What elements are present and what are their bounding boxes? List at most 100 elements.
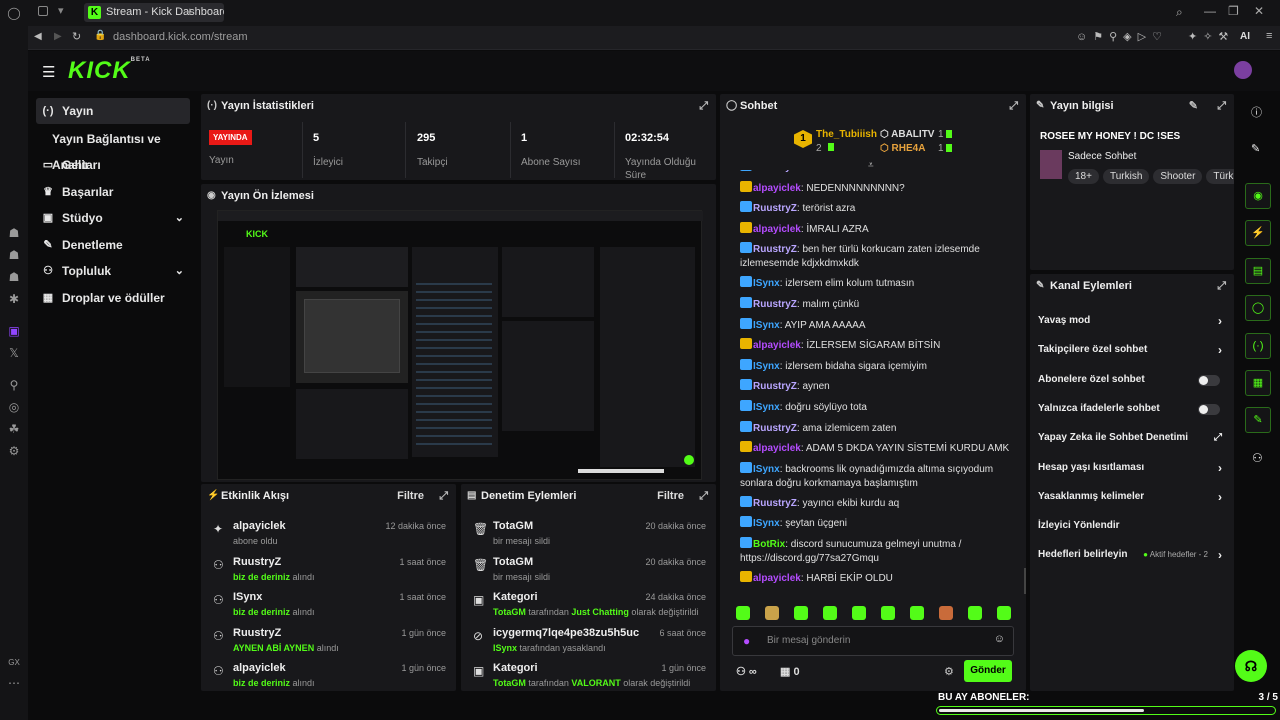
edit-icon[interactable]: ✎: [1189, 94, 1198, 118]
chat-settings-icon[interactable]: ⚙: [944, 665, 954, 678]
chat-username[interactable]: RuustryZ: [753, 423, 797, 434]
close-icon[interactable]: ✕: [1254, 4, 1264, 18]
chat-message[interactable]: BotRix: discord sunucumuza gelmeyi unutm…: [740, 537, 1020, 566]
emote-icon[interactable]: [939, 606, 953, 620]
chat-message[interactable]: ISynx: AYIP AMA AAAAA: [740, 317, 1020, 333]
stats-toggle-icon[interactable]: ▦: [1245, 370, 1271, 396]
chat-username[interactable]: BotRix: [753, 539, 785, 550]
chat-message[interactable]: ISynx: izlersem elim kolum tutmasın: [740, 276, 1020, 291]
chat-message[interactable]: alpayiclek: İMRALI AZRA: [740, 221, 1020, 237]
top-gifter-1[interactable]: The_Tubiiish: [816, 129, 877, 140]
menu-icon[interactable]: ≡: [1266, 30, 1272, 42]
chat-message[interactable]: RuustryZ: aooo: [740, 170, 1020, 175]
emoji-icon[interactable]: ☺: [994, 633, 1005, 645]
activity-item[interactable]: ⚇ RuustryZ 1 gün önce AYNEN ABİ AYNEN alınd…: [201, 625, 456, 659]
chat-message[interactable]: RuustryZ: ben her türlü korkucam zaten i…: [740, 242, 1020, 271]
moderation-filter-button[interactable]: Filtre: [657, 484, 684, 508]
support-icon[interactable]: ☊: [1235, 650, 1267, 682]
chat-toggle-icon[interactable]: ◯: [1245, 295, 1271, 321]
document-toggle-icon[interactable]: ▤: [1245, 258, 1271, 284]
stream-preview-video[interactable]: KICK: [217, 210, 703, 480]
emote-icon[interactable]: [823, 606, 837, 620]
expand-icon[interactable]: ⤢: [439, 484, 448, 508]
sidebar-app-icon[interactable]: ✱: [7, 292, 21, 306]
gifts-display[interactable]: ▦ 0: [780, 665, 800, 678]
top-gifter-2[interactable]: ⬡ ABALITV: [880, 129, 934, 140]
chat-username[interactable]: alpayiclek: [753, 573, 801, 584]
chat-username[interactable]: RuustryZ: [753, 244, 797, 255]
preview-toggle-icon[interactable]: ◉: [1245, 183, 1271, 209]
sidebar-item-gelir[interactable]: ▭ Gelir: [36, 152, 190, 178]
chat-message[interactable]: ISynx: şeytan üçgeni: [740, 516, 1020, 531]
emote-icon[interactable]: [910, 606, 924, 620]
extension-icons[interactable]: ☺⚑⚲◈▷♡: [1076, 30, 1168, 43]
chat-message[interactable]: alpayiclek: NEDENNNNNNNNN?: [740, 180, 1020, 196]
top-gifter-3[interactable]: ⬡ RHE4A: [880, 143, 925, 154]
chat-username[interactable]: RuustryZ: [753, 203, 797, 214]
moderation-item[interactable]: ▣ Kategori 1 gün önce TotaGM tarafından VAL…: [461, 660, 716, 691]
more-icon[interactable]: ⋯: [7, 676, 21, 690]
search-icon[interactable]: ⌕: [1176, 5, 1183, 20]
channel-action-item[interactable]: Yapay Zeka ile Sohbet Denetimi ⤢: [1038, 427, 1226, 449]
expand-icon[interactable]: ⤢: [1009, 94, 1018, 118]
info-icon[interactable]: ⓘ: [1251, 104, 1262, 120]
channel-action-item[interactable]: Yasaklanmış kelimeler ›: [1038, 486, 1226, 508]
sidebar-app-icon[interactable]: ⚙: [7, 444, 21, 458]
hamburger-icon[interactable]: ☰: [42, 63, 55, 81]
channel-action-item[interactable]: Yalnızca ifadelerle sohbet: [1038, 398, 1226, 420]
moderation-item[interactable]: 🗑 TotaGM 20 dakika önce bir mesajı sildi: [461, 518, 716, 552]
activity-item[interactable]: ⚇ alpayiclek 1 gün önce biz de deriniz alın…: [201, 660, 456, 691]
sidebar-item-droplar[interactable]: ▦ Droplar ve ödüller: [36, 285, 190, 311]
channel-action-item[interactable]: Abonelere özel sohbet: [1038, 369, 1226, 391]
forward-icon[interactable]: ▶: [54, 31, 62, 42]
chat-username[interactable]: RuustryZ: [753, 381, 797, 392]
channel-action-item[interactable]: Yavaş mod ›: [1038, 310, 1226, 332]
chat-scrollbar[interactable]: [1024, 568, 1026, 594]
expand-icon[interactable]: ⤢: [699, 484, 708, 508]
activity-item[interactable]: ✦ alpayiclek 12 dakika önce abone oldu: [201, 518, 456, 552]
chat-username[interactable]: alpayiclek: [753, 183, 801, 194]
wrench-toggle-icon[interactable]: ✎: [1245, 407, 1271, 433]
chat-message[interactable]: ISynx: doğru söylüyo tota: [740, 400, 1020, 415]
chat-message[interactable]: alpayiclek: İZLERSEM SİGARAM BİTSİN: [740, 338, 1020, 353]
ai-button[interactable]: AI: [1240, 31, 1250, 42]
chat-message[interactable]: alpayiclek: ADAM 5 DKDA YAYIN SİSTEMİ KU…: [740, 441, 1020, 456]
channel-action-item[interactable]: Hedefleri belirleyin ● Aktif hedefler - 2…: [1038, 544, 1226, 566]
activity-filter-button[interactable]: Filtre: [397, 484, 424, 508]
tab-kick-dashboard[interactable]: K Stream - Kick Dashboard: [84, 3, 224, 22]
chat-message[interactable]: ISynx: izlersem bidaha sigara içemiyim: [740, 358, 1020, 374]
sidebar-app-icon[interactable]: ☘: [7, 422, 21, 436]
new-tab-button[interactable]: +: [186, 4, 194, 19]
channel-action-item[interactable]: Takipçilere özel sohbet ›: [1038, 339, 1226, 361]
chat-username[interactable]: alpayiclek: [753, 443, 801, 454]
chat-message[interactable]: RuustryZ: yayıncı ekibi kurdu aq: [740, 495, 1020, 511]
chat-username[interactable]: ISynx: [753, 278, 780, 289]
send-button[interactable]: Gönder: [964, 660, 1012, 682]
moderation-item[interactable]: ⊘ icygermq7lqe4pe38zu5h5uc 6 saat önce ISyn…: [461, 625, 716, 659]
chat-username[interactable]: alpayiclek: [753, 224, 801, 235]
chat-username[interactable]: alpayiclek: [753, 340, 801, 351]
reload-icon[interactable]: ↻: [72, 30, 81, 43]
chat-username[interactable]: ISynx: [753, 361, 780, 372]
channel-action-item[interactable]: İzleyici Yönlendir: [1038, 515, 1226, 537]
expand-icon[interactable]: ⤢: [1217, 94, 1226, 118]
sidebar-app-icon[interactable]: ◎: [7, 400, 21, 414]
points-display[interactable]: ⚇ ∞: [736, 665, 757, 678]
chat-message[interactable]: RuustryZ: malım çünkü: [740, 297, 1020, 312]
broadcast-toggle-icon[interactable]: (·): [1245, 333, 1271, 359]
gx-label[interactable]: GX: [7, 656, 21, 670]
sidebar-app-icon[interactable]: ⚲: [7, 378, 21, 392]
activity-item[interactable]: ⚇ ISynx 1 saat önce biz de deriniz alındı: [201, 589, 456, 623]
minimize-icon[interactable]: —: [1204, 4, 1216, 18]
emote-icon[interactable]: [968, 606, 982, 620]
expand-icon[interactable]: ⤢: [699, 94, 708, 118]
chat-username[interactable]: RuustryZ: [753, 170, 797, 173]
channel-action-item[interactable]: Hesap yaşı kısıtlaması ›: [1038, 457, 1226, 479]
emote-icon[interactable]: [765, 606, 779, 620]
chat-username[interactable]: ISynx: [753, 320, 780, 331]
toggle-switch[interactable]: [1198, 374, 1220, 386]
sidebar-item-studyo[interactable]: ▣ Stüdyo ⌄: [36, 205, 190, 231]
chat-message[interactable]: RuustryZ: terörist azra: [740, 201, 1020, 216]
sidebar-item-basarilar[interactable]: ♛ Başarılar: [36, 179, 190, 205]
back-icon[interactable]: ◀: [34, 31, 42, 42]
